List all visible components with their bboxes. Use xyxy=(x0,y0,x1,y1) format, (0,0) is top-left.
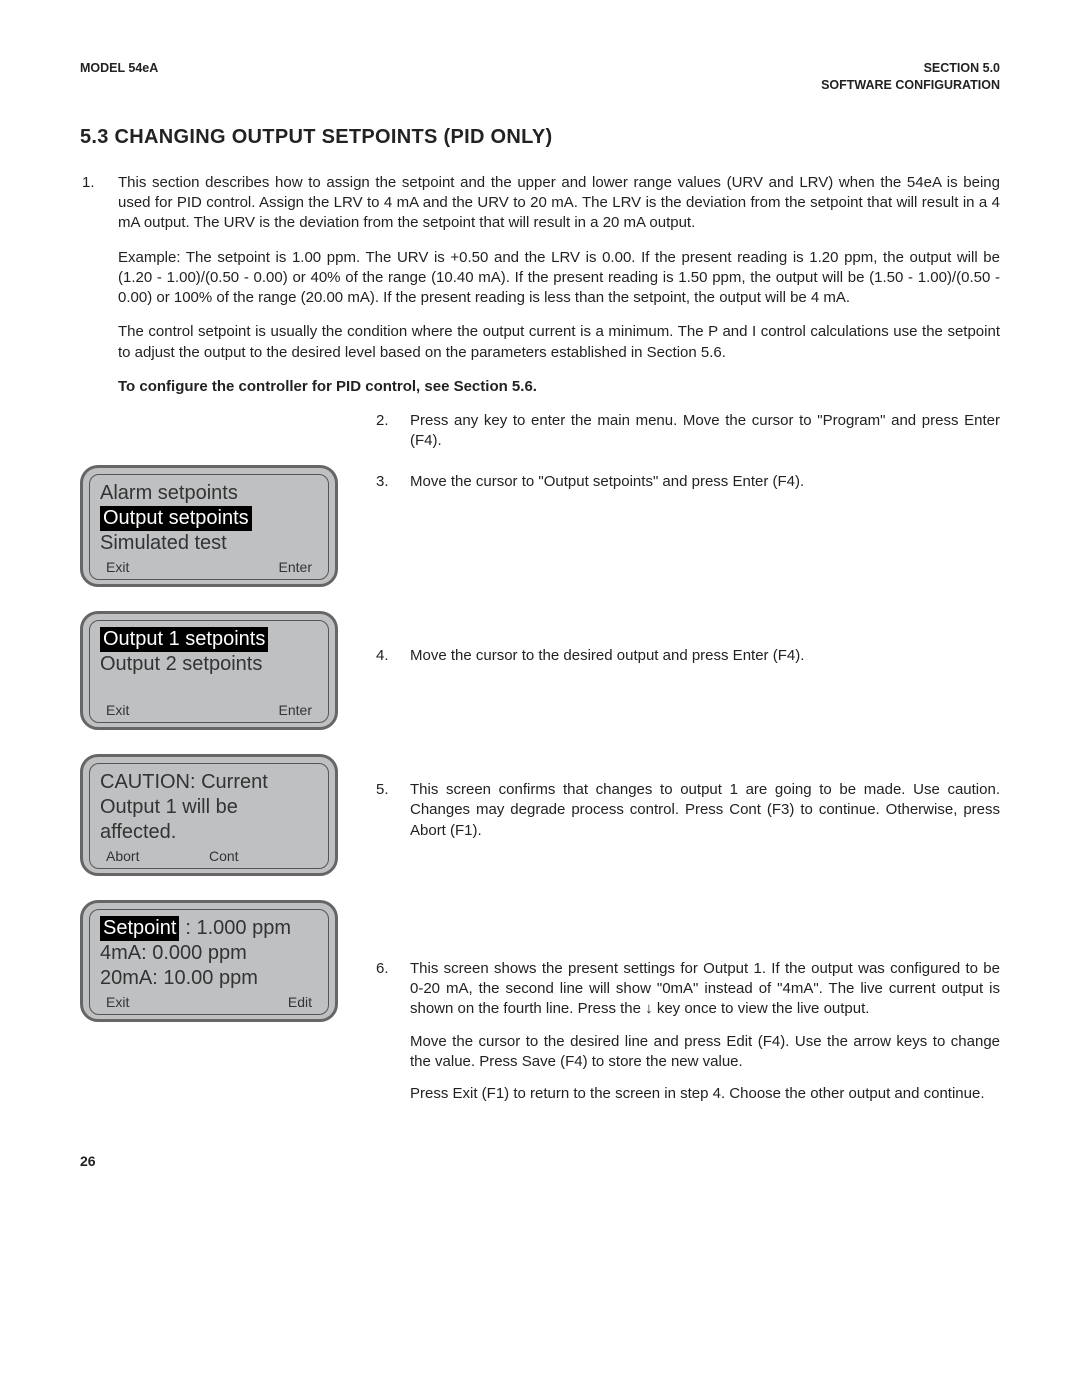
step-6-text-b: Move the cursor to the desired line and … xyxy=(410,1032,1000,1073)
field-setpoint-label[interactable]: Setpoint xyxy=(100,916,179,941)
page-header: MODEL 54eA SECTION 5.0 SOFTWARE CONFIGUR… xyxy=(80,60,1000,94)
section-title: 5.3 CHANGING OUTPUT SETPOINTS (PID ONLY) xyxy=(80,124,1000,151)
softkey-enter[interactable]: Enter xyxy=(279,701,312,720)
step-text: Move the cursor to the desired output an… xyxy=(410,646,1000,666)
step-text: Move the cursor to "Output setpoints" an… xyxy=(410,472,1000,492)
lcd-inner: Setpoint : 1.000 ppm 4mA: 0.000 ppm 20mA… xyxy=(89,909,329,1015)
step-number: 6. xyxy=(376,959,389,979)
lcd-inner: Alarm setpoints Output setpoints Simulat… xyxy=(89,474,329,580)
step-2: 2. Press any key to enter the main menu.… xyxy=(376,411,1000,452)
caution-line-3: affected. xyxy=(98,820,320,845)
step-6: 6. This screen shows the present setting… xyxy=(376,959,1000,1105)
softkey-abort[interactable]: Abort xyxy=(106,847,139,866)
menu-item-simulated-test[interactable]: Simulated test xyxy=(98,531,320,556)
page-number: 26 xyxy=(80,1152,1000,1171)
lcd-panel-menu: Alarm setpoints Output setpoints Simulat… xyxy=(80,465,338,587)
softkey-edit[interactable]: Edit xyxy=(288,993,312,1012)
menu-item-output1-setpoints[interactable]: Output 1 setpoints xyxy=(100,627,268,652)
step-6-text-c: Press Exit (F1) to return to the screen … xyxy=(410,1084,1000,1104)
caution-line-1: CAUTION: Current xyxy=(98,770,320,795)
softkey-enter[interactable]: Enter xyxy=(279,558,312,577)
softkey-cont[interactable]: Cont xyxy=(139,847,308,866)
step-4: 4. Move the cursor to the desired output… xyxy=(376,646,1000,768)
step-number: 2. xyxy=(376,411,389,431)
field-setpoint-value: : 1.000 ppm xyxy=(185,916,291,941)
step-number: 4. xyxy=(376,646,389,666)
lcd-inner: CAUTION: Current Output 1 will be affect… xyxy=(89,763,329,869)
step-5: 5. This screen confirms that changes to … xyxy=(376,780,1000,947)
step-text: This screen confirms that changes to out… xyxy=(410,780,1000,841)
step-text: Press any key to enter the main menu. Mo… xyxy=(410,411,1000,452)
header-subtitle: SOFTWARE CONFIGURATION xyxy=(821,77,1000,94)
lcd-panel-settings: Setpoint : 1.000 ppm 4mA: 0.000 ppm 20mA… xyxy=(80,900,338,1022)
intro-text-1: This section describes how to assign the… xyxy=(118,174,1000,232)
field-20ma[interactable]: 20mA: 10.00 ppm xyxy=(98,966,320,991)
steps-column: 2. Press any key to enter the main menu.… xyxy=(376,411,1000,1116)
intro-paragraph-4: To configure the controller for PID cont… xyxy=(118,377,1000,397)
lcd-panel-output-select: Output 1 setpoints Output 2 setpoints Ex… xyxy=(80,611,338,730)
header-right: SECTION 5.0 SOFTWARE CONFIGURATION xyxy=(821,60,1000,94)
menu-item-output2-setpoints[interactable]: Output 2 setpoints xyxy=(98,652,320,677)
down-arrow-icon: ↓ xyxy=(645,999,653,1019)
softkey-exit[interactable]: Exit xyxy=(106,701,129,720)
intro-paragraph-3: The control setpoint is usually the cond… xyxy=(118,322,1000,363)
field-4ma[interactable]: 4mA: 0.000 ppm xyxy=(98,941,320,966)
intro-paragraph-2: Example: The setpoint is 1.00 ppm. The U… xyxy=(118,248,1000,309)
header-section: SECTION 5.0 xyxy=(821,60,1000,77)
header-model: MODEL 54eA xyxy=(80,60,158,94)
softkey-exit[interactable]: Exit xyxy=(106,558,129,577)
softkey-exit[interactable]: Exit xyxy=(106,993,129,1012)
lcd-inner: Output 1 setpoints Output 2 setpoints Ex… xyxy=(89,620,329,723)
lcd-panel-caution: CAUTION: Current Output 1 will be affect… xyxy=(80,754,338,876)
intro-number: 1. xyxy=(82,173,95,193)
step-6-text-a2: key once to view the live output. xyxy=(657,1000,870,1017)
screens-column: Alarm setpoints Output setpoints Simulat… xyxy=(80,411,338,1046)
step-number: 5. xyxy=(376,780,389,800)
menu-item-output-setpoints[interactable]: Output setpoints xyxy=(100,506,252,531)
intro-paragraph-1: 1. This section describes how to assign … xyxy=(118,173,1000,234)
step-number: 3. xyxy=(376,472,389,492)
step-3: 3. Move the cursor to "Output setpoints"… xyxy=(376,472,1000,634)
menu-item-alarm-setpoints[interactable]: Alarm setpoints xyxy=(98,481,320,506)
caution-line-2: Output 1 will be xyxy=(98,795,320,820)
